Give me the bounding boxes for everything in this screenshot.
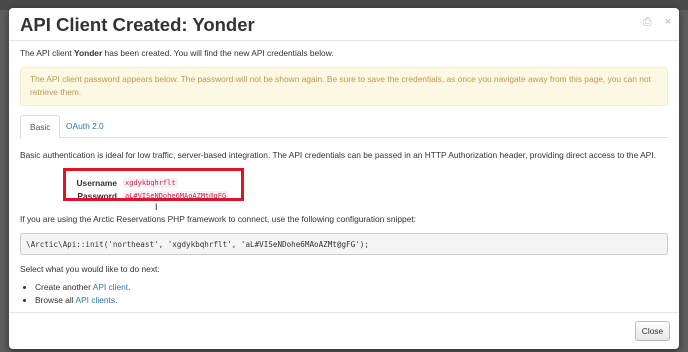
- api-client-link[interactable]: API client: [93, 282, 128, 292]
- list-item: Browse all API clients.: [35, 294, 130, 307]
- credentials-highlight-box: [63, 168, 244, 201]
- next-steps-list: Create another API client. Browse all AP…: [20, 281, 130, 306]
- list-item-prefix: Create another: [35, 282, 93, 292]
- list-item-suffix: .: [128, 282, 131, 292]
- header-icons: ⎙ ×: [643, 16, 671, 28]
- close-icon[interactable]: ×: [665, 16, 671, 28]
- client-name: Yonder: [74, 48, 103, 58]
- text-cursor-icon: I: [155, 202, 158, 212]
- next-steps-intro: Select what you would like to do next:: [20, 264, 160, 274]
- snippet-intro: If you are using the Arctic Reservations…: [20, 214, 417, 224]
- tab-oauth[interactable]: OAuth 2.0: [57, 115, 113, 137]
- modal-body: The API client Yonder has been created. …: [20, 47, 668, 305]
- intro-before: The API client: [20, 48, 74, 58]
- api-client-modal: API Client Created: Yonder ⎙ × The API c…: [9, 8, 679, 349]
- list-item-prefix: Browse all: [35, 294, 76, 305]
- config-snippet[interactable]: \Arctic\Api::init('northeast', 'xgdykbqh…: [20, 233, 668, 255]
- modal-footer: Close: [9, 312, 679, 349]
- close-button[interactable]: Close: [635, 321, 670, 341]
- password-warning-alert: The API client password appears below. T…: [20, 67, 668, 106]
- modal-title: API Client Created: Yonder: [20, 14, 255, 35]
- list-item: Create another API client.: [35, 281, 130, 294]
- modal-header: API Client Created: Yonder ⎙ ×: [9, 8, 679, 41]
- list-item-suffix: .: [115, 294, 118, 305]
- auth-tabs: Basic OAuth 2.0: [20, 115, 668, 139]
- basic-auth-description: Basic authentication is ideal for low tr…: [20, 150, 656, 160]
- tab-basic[interactable]: Basic: [20, 115, 61, 139]
- print-icon[interactable]: ⎙: [643, 16, 652, 28]
- api-clients-link[interactable]: API clients: [76, 295, 116, 305]
- intro-text: The API client Yonder has been created. …: [20, 47, 668, 60]
- intro-after: has been created. You will find the new …: [102, 48, 334, 58]
